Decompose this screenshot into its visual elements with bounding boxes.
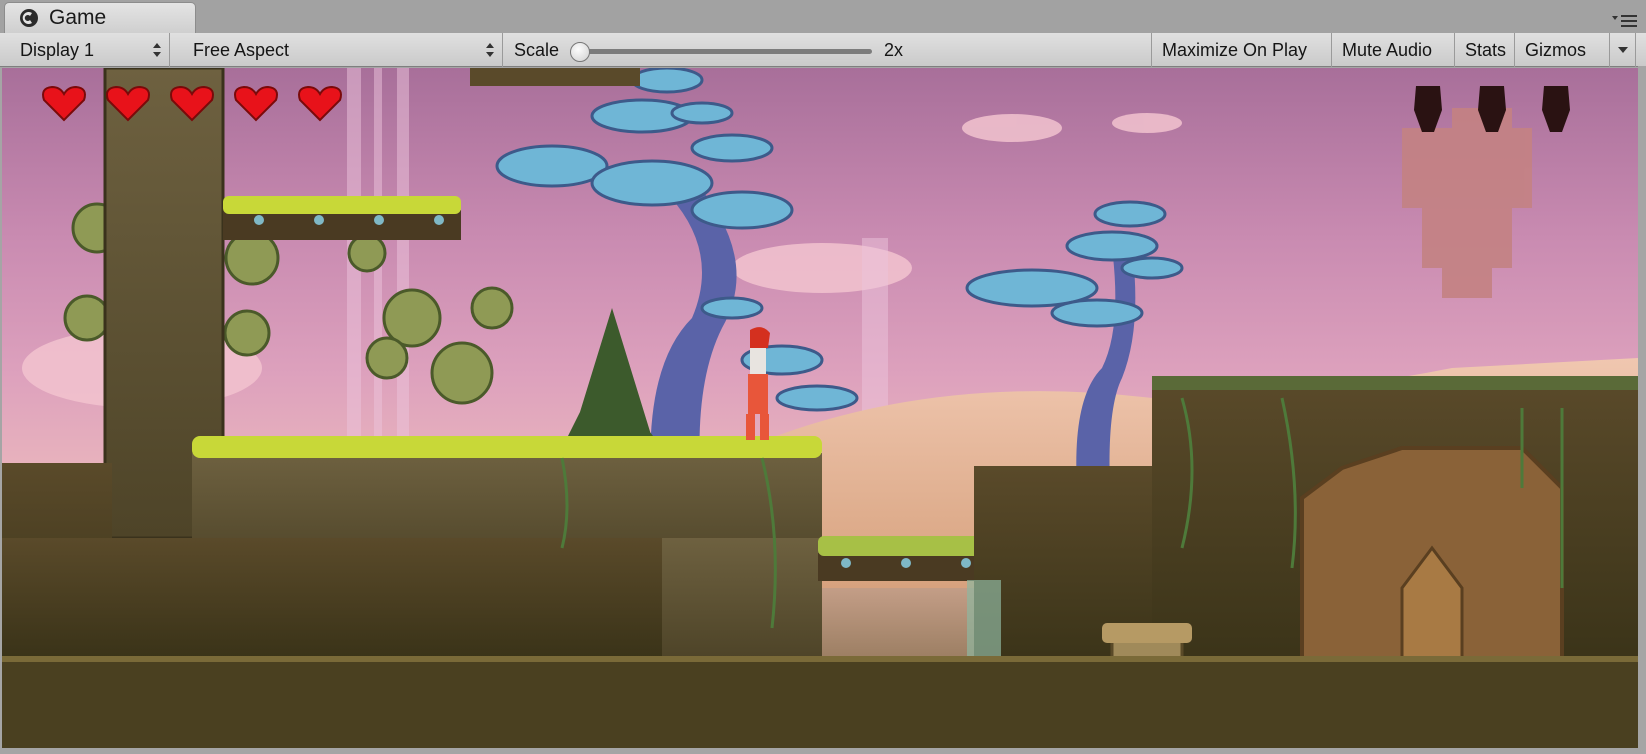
up-down-arrows-icon: [486, 43, 494, 57]
stats-label: Stats: [1465, 39, 1507, 60]
ceiling-block: [470, 68, 640, 86]
scale-slider-thumb[interactable]: [570, 42, 590, 62]
heart-icon: [170, 85, 214, 122]
maximize-on-play-label: Maximize On Play: [1162, 39, 1308, 60]
player-character: [746, 327, 770, 440]
display-select[interactable]: Display 1: [10, 33, 170, 67]
floating-castle: [1402, 108, 1532, 298]
scale-value: 2x: [884, 39, 904, 60]
gizmos-dropdown[interactable]: [1610, 33, 1636, 67]
floor-edge: [2, 656, 1638, 662]
window-edge-right: [1638, 66, 1646, 754]
scale-value-wrap: 2x: [874, 33, 934, 67]
aspect-select-value: Free Aspect: [193, 39, 290, 60]
unity-logo-icon: [20, 9, 38, 27]
collectible-slot-icon: [1478, 86, 1506, 132]
stats-toggle[interactable]: Stats: [1455, 33, 1515, 67]
panel-menu-icon[interactable]: [1612, 14, 1638, 28]
aspect-select[interactable]: Free Aspect: [183, 33, 503, 67]
game-view-toolbar: Display 1 Free Aspect Scale 2x Maximize …: [0, 33, 1646, 67]
maximize-on-play-toggle[interactable]: Maximize On Play: [1152, 33, 1332, 67]
up-down-arrows-icon: [153, 43, 161, 57]
heart-icon: [298, 85, 342, 122]
tab-title: Game: [49, 6, 107, 29]
window-edge-bottom: [0, 748, 1646, 754]
heart-icon: [42, 85, 86, 122]
display-select-value: Display 1: [20, 39, 95, 60]
back-ground-mid: [2, 538, 662, 658]
pine-plant: [562, 308, 662, 448]
collectible-slot-icon: [1542, 86, 1570, 132]
mute-audio-toggle[interactable]: Mute Audio: [1332, 33, 1455, 67]
collectible-slot-icon: [1414, 86, 1442, 132]
game-scene: [2, 68, 1638, 748]
scale-label-wrap: Scale: [504, 33, 564, 67]
grass-platform-upper: [223, 196, 461, 240]
mute-audio-label: Mute Audio: [1342, 39, 1433, 60]
tab-game[interactable]: Game: [4, 2, 196, 33]
chevron-down-icon: [1618, 47, 1628, 53]
heart-icon: [106, 85, 150, 122]
gizmos-label: Gizmos: [1525, 39, 1587, 60]
grass-right-high: [1152, 376, 1638, 390]
floor-strip: [2, 658, 1638, 748]
scale-label: Scale: [514, 39, 560, 60]
game-viewport[interactable]: [2, 68, 1638, 748]
heart-icon: [234, 85, 278, 122]
scale-slider-track[interactable]: [580, 49, 872, 54]
gizmos-toggle[interactable]: Gizmos: [1515, 33, 1610, 67]
tab-bar: Game: [0, 0, 1646, 33]
